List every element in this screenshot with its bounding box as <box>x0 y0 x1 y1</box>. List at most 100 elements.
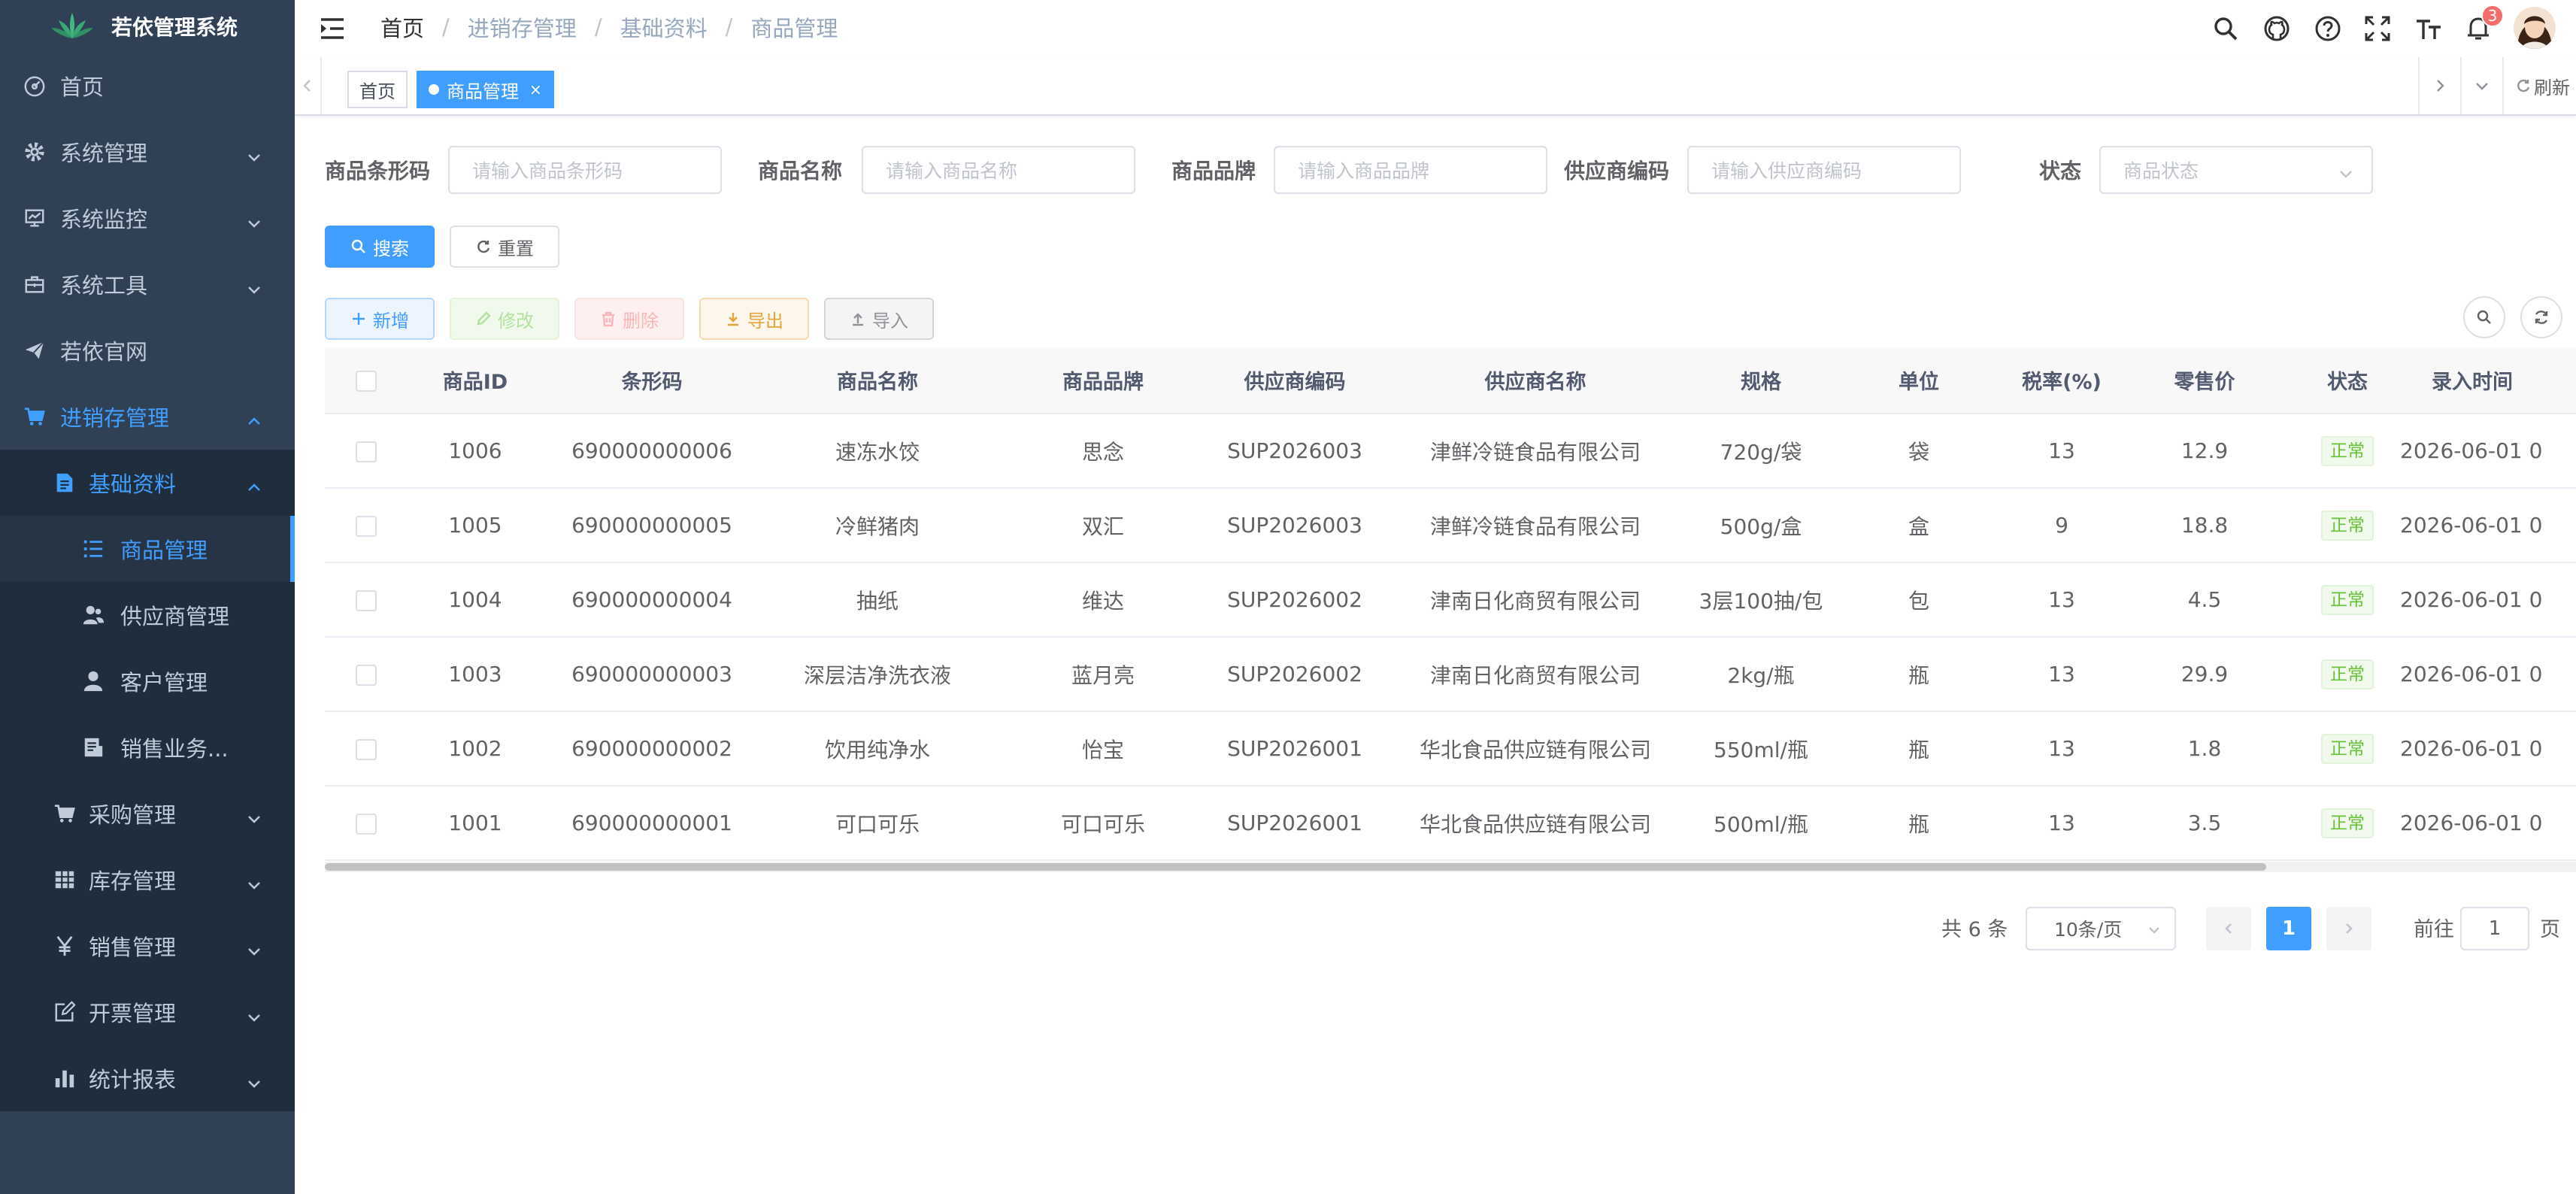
table-cell: 正常 <box>2295 562 2400 638</box>
import-button[interactable]: 导入 <box>824 298 934 340</box>
table-cell: 2026-06-01 0 <box>2400 786 2576 861</box>
table-cell: 3层100抽/包 <box>1693 562 1829 638</box>
breadcrumb: 首页 / 进销存管理 / 基础资料 / 商品管理 <box>380 0 838 54</box>
row-checkbox-cell[interactable] <box>325 488 408 563</box>
product-table-wrapper: 商品ID 条形码 商品名称 商品品牌 供应商编码 供应商名称 规格 单位 税率(… <box>325 347 2576 874</box>
status-select[interactable]: 商品状态 <box>2099 146 2373 194</box>
refresh-table-button[interactable] <box>2520 296 2562 338</box>
sidebar-item-invoice[interactable]: 开票管理 <box>0 979 295 1045</box>
table-row[interactable]: 1006 690000000006 速冻水饺 思念 SUP2026003 津鲜冷链食品有限… <box>325 414 2576 489</box>
row-checkbox-cell[interactable] <box>325 414 408 489</box>
row-checkbox[interactable] <box>356 739 377 760</box>
row-checkbox[interactable] <box>356 590 377 611</box>
scrollbar-thumb[interactable] <box>325 863 2266 871</box>
delete-button[interactable]: 删除 <box>574 298 684 340</box>
row-checkbox-cell[interactable] <box>325 711 408 786</box>
row-checkbox-cell[interactable] <box>325 562 408 638</box>
table-row[interactable]: 1003 690000000003 深层洁净洗衣液 蓝月亮 SUP2026002 津南日化… <box>325 637 2576 712</box>
tags-scroll-left-icon[interactable] <box>295 57 322 114</box>
next-page-button[interactable] <box>2326 907 2371 950</box>
search-button[interactable]: 搜索 <box>325 226 435 268</box>
page-number-current[interactable]: 1 <box>2266 907 2311 950</box>
table-cell: 1.8 <box>2114 711 2295 786</box>
product-name-input[interactable]: 请输入商品名称 <box>862 146 1135 194</box>
github-icon[interactable] <box>2262 14 2292 44</box>
sidebar-item-supplier-management[interactable]: 供应商管理 <box>0 582 295 648</box>
select-all-checkbox-cell[interactable] <box>325 347 408 414</box>
goto-page-input[interactable]: 1 <box>2460 907 2529 950</box>
tags-dropdown-icon[interactable] <box>2460 57 2502 114</box>
status-badge: 正常 <box>2321 584 2374 615</box>
sidebar-item-purchase[interactable]: 采购管理 <box>0 780 295 847</box>
row-checkbox-cell[interactable] <box>325 786 408 861</box>
chevron-down-icon <box>247 211 262 228</box>
row-checkbox[interactable] <box>356 516 377 537</box>
help-icon[interactable] <box>2313 14 2343 44</box>
sidebar-item-sales-business[interactable]: 销售业务... <box>0 714 295 780</box>
bell-icon[interactable]: 3 <box>2463 5 2504 44</box>
sidebar-item-reports[interactable]: 统计报表 <box>0 1045 295 1111</box>
sidebar-item-inventory[interactable]: 进销存管理 <box>0 383 295 450</box>
sidebar-item-label: 开票管理 <box>89 1001 177 1026</box>
table-row[interactable]: 1004 690000000004 抽纸 维达 SUP2026002 津南日化商贸有限公司… <box>325 562 2576 638</box>
table-row[interactable]: 1002 690000000002 饮用纯净水 怡宝 SUP2026001 华北食品供应链… <box>325 711 2576 786</box>
search-icon[interactable] <box>2211 14 2241 44</box>
table-cell: 可口可乐 <box>994 786 1212 861</box>
tab-product-management[interactable]: 商品管理 × <box>417 71 554 108</box>
sidebar-item-home[interactable]: 首页 <box>0 53 295 119</box>
refresh-label: 刷新 <box>2534 77 2570 98</box>
add-button[interactable]: 新增 <box>325 298 435 340</box>
table-horizontal-scrollbar[interactable] <box>325 862 2576 872</box>
sidebar-item-product-management[interactable]: 商品管理 <box>0 516 295 582</box>
reset-button[interactable]: 重置 <box>450 226 559 268</box>
table-cell: 500g/盒 <box>1693 488 1829 563</box>
sidebar-item-label: 系统监控 <box>60 207 148 232</box>
row-checkbox[interactable] <box>356 441 377 462</box>
sidebar-logo[interactable]: 若依管理系统 <box>0 0 295 53</box>
sidebar-item-tools[interactable]: 系统工具 <box>0 251 295 317</box>
hamburger-icon[interactable] <box>319 15 346 42</box>
export-button[interactable]: 导出 <box>699 298 809 340</box>
sidebar-item-stock[interactable]: 库存管理 <box>0 847 295 913</box>
fullscreen-icon[interactable] <box>2362 14 2393 44</box>
table-cell: 2026-06-01 0 <box>2400 414 2576 489</box>
refresh-icon <box>2535 311 2548 324</box>
page-size-select[interactable]: 10条/页 <box>2026 907 2176 950</box>
table-row[interactable]: 1005 690000000005 冷鲜猪肉 双汇 SUP2026003 津鲜冷链食品有限… <box>325 488 2576 563</box>
column-header: 条形码 <box>543 347 761 414</box>
table-cell: 2kg/瓶 <box>1693 637 1829 712</box>
font-size-icon[interactable] <box>2414 14 2444 44</box>
close-icon[interactable]: × <box>529 80 542 98</box>
row-checkbox-cell[interactable] <box>325 637 408 712</box>
sidebar-item-basic-data[interactable]: 基础资料 <box>0 450 295 516</box>
table-cell: 1002 <box>408 711 543 786</box>
supplier-code-label: 供应商编码 <box>1564 159 1670 183</box>
chevron-down-icon <box>2338 164 2353 179</box>
sidebar-item-ruoyi-site[interactable]: 若依官网 <box>0 317 295 383</box>
refresh-button[interactable]: 刷新 <box>2502 57 2576 114</box>
tags-scroll-right-icon[interactable] <box>2418 57 2460 114</box>
row-checkbox[interactable] <box>356 665 377 686</box>
select-all-checkbox[interactable] <box>356 370 377 392</box>
tab-home[interactable]: 首页 <box>347 71 408 108</box>
avatar[interactable] <box>2513 6 2556 50</box>
edit-button[interactable]: 修改 <box>450 298 559 340</box>
toggle-search-button[interactable] <box>2463 296 2505 338</box>
supplier-code-input[interactable]: 请输入供应商编码 <box>1687 146 1961 194</box>
sidebar-item-sales[interactable]: 销售管理 <box>0 913 295 979</box>
sidebar-item-system[interactable]: 系统管理 <box>0 119 295 185</box>
breadcrumb-item-home[interactable]: 首页 <box>380 11 424 43</box>
add-button-label: 新增 <box>373 310 409 332</box>
table-header-row: 商品ID 条形码 商品名称 商品品牌 供应商编码 供应商名称 规格 单位 税率(… <box>325 347 2576 414</box>
brand-input[interactable]: 请输入商品品牌 <box>1274 146 1547 194</box>
prev-page-button[interactable] <box>2206 907 2251 950</box>
barcode-input[interactable]: 请输入商品条形码 <box>448 146 722 194</box>
table-cell: 690000000002 <box>543 711 761 786</box>
sidebar-item-monitor[interactable]: 系统监控 <box>0 185 295 251</box>
table-cell: 1001 <box>408 786 543 861</box>
search-button-label: 搜索 <box>373 238 409 259</box>
sidebar-item-customer-management[interactable]: 客户管理 <box>0 648 295 714</box>
table-row[interactable]: 1001 690000000001 可口可乐 可口可乐 SUP2026001 华北食品供应… <box>325 786 2576 861</box>
app-title: 若依管理系统 <box>111 15 238 40</box>
row-checkbox[interactable] <box>356 814 377 835</box>
